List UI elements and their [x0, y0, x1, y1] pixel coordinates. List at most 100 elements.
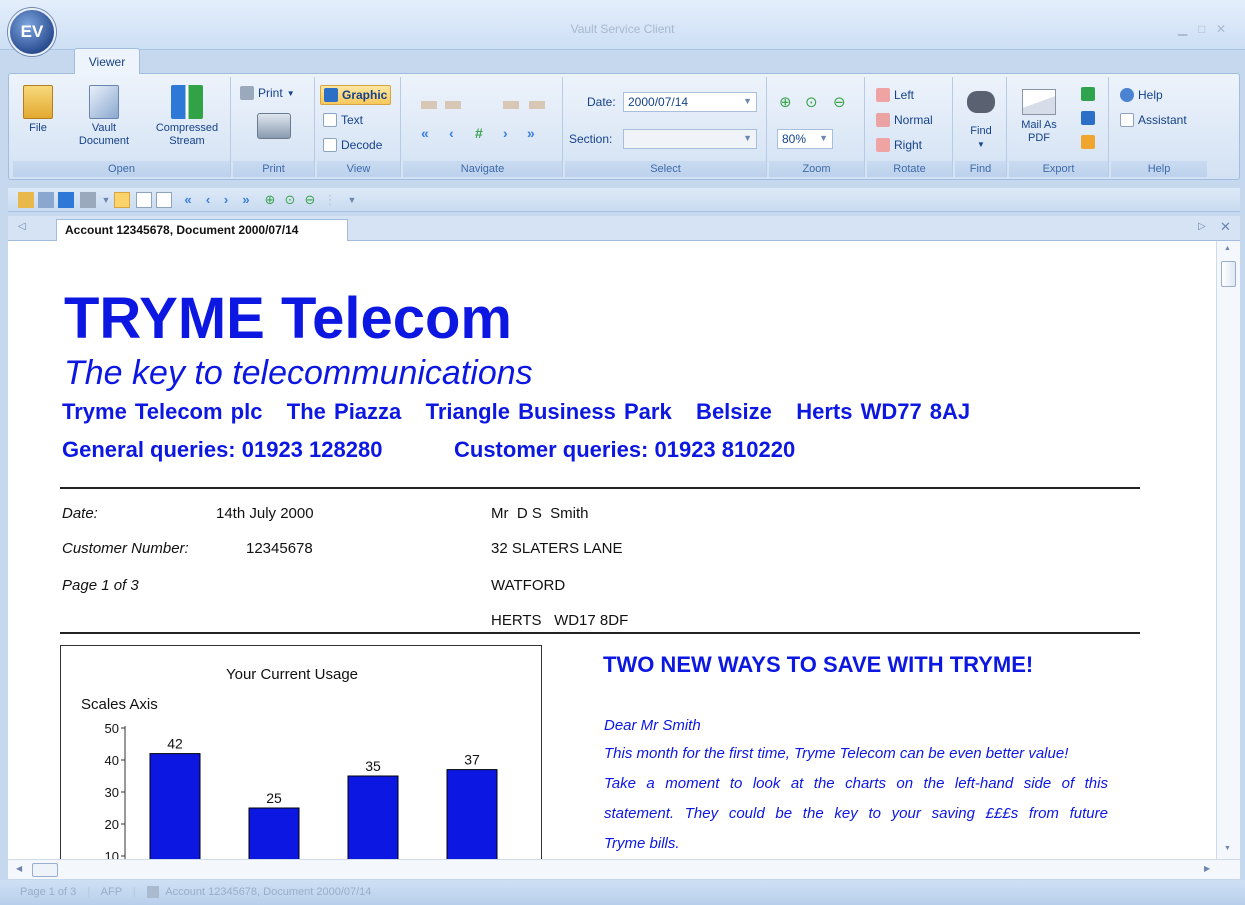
section-select[interactable]: ▼: [623, 129, 757, 149]
rotate-left-button[interactable]: Left: [873, 85, 917, 105]
first-page-icon[interactable]: «: [180, 192, 196, 208]
close-window-icon[interactable]: ✕: [1216, 22, 1226, 36]
group-help-label: Help: [1111, 161, 1207, 177]
orb-label: EV: [20, 22, 44, 41]
nav-page-button-2: [445, 101, 461, 109]
zoom-out-icon[interactable]: ⊖: [302, 192, 318, 208]
save-orange-icon[interactable]: [1081, 135, 1095, 149]
zoom-in-icon[interactable]: ⊕: [779, 93, 792, 111]
chart-y-tick-label: 20: [105, 817, 119, 832]
group-print-label: Print: [233, 161, 314, 177]
promo-title: TWO NEW WAYS TO SAVE WITH TRYME!: [603, 652, 1034, 677]
printer-icon[interactable]: [257, 113, 291, 139]
help-button[interactable]: Help: [1117, 85, 1166, 105]
promo-line: Tryme bills.: [604, 835, 680, 852]
tab-document[interactable]: Account 12345678, Document 2000/07/14: [56, 219, 348, 241]
minimize-icon[interactable]: ▁: [1178, 22, 1187, 36]
find-button[interactable]: Find ▼: [961, 81, 1001, 151]
printer-small-icon: [240, 86, 254, 100]
tab-scroll-right-icon[interactable]: ▷: [1198, 221, 1206, 232]
nav-page-button-1: [421, 101, 437, 109]
last-page-icon[interactable]: »: [238, 192, 254, 208]
zoom-value: 80%: [782, 132, 807, 146]
vertical-scrollbar[interactable]: ▲ ▼: [1216, 241, 1240, 859]
goto-page-icon[interactable]: #: [475, 125, 483, 141]
customize-toolbar-icon[interactable]: ▼: [344, 192, 360, 208]
status-separator: |: [132, 886, 136, 898]
promo-greeting: Dear Mr Smith: [604, 717, 701, 734]
customer-queries: Customer queries: 01923 810220: [454, 437, 796, 462]
maximize-icon[interactable]: □: [1198, 22, 1205, 36]
application-orb-button[interactable]: EV: [8, 8, 56, 56]
next-page-icon[interactable]: ›: [503, 125, 508, 141]
text-icon[interactable]: [136, 192, 152, 208]
view-graphic-button[interactable]: Graphic: [320, 85, 392, 105]
mail-as-pdf-button[interactable]: Mail As PDF: [1013, 81, 1065, 145]
group-zoom: ⊕ ⊙ ⊖ 80% ▼ Zoom: [769, 77, 865, 177]
rotate-right-icon: [876, 138, 890, 152]
date-select[interactable]: 2000/07/14 ▼: [623, 92, 757, 112]
chevron-down-icon: ▼: [743, 96, 752, 106]
print-icon[interactable]: [80, 192, 96, 208]
graphic-icon[interactable]: [114, 192, 130, 208]
chevron-down-icon[interactable]: ▼: [98, 192, 114, 208]
section-label: Section:: [569, 132, 613, 146]
document-viewport: TRYME Telecom The key to telecommunicati…: [8, 241, 1216, 859]
customer-number-label: Customer Number:: [62, 540, 189, 557]
first-page-icon[interactable]: «: [421, 125, 429, 141]
chart-y-tick-label: 50: [105, 721, 119, 736]
decode-icon[interactable]: [156, 192, 172, 208]
help-label: Help: [1138, 88, 1163, 102]
rotate-right-label: Right: [894, 138, 923, 152]
vault-document-button[interactable]: Vault Document: [73, 81, 135, 148]
save-blue-icon[interactable]: [1081, 111, 1095, 125]
scroll-up-icon[interactable]: ▲: [1224, 245, 1231, 252]
date-value: 2000/07/14: [628, 95, 689, 109]
last-page-icon[interactable]: »: [527, 125, 535, 141]
file-icon[interactable]: [18, 192, 34, 208]
vault-document-icon[interactable]: [38, 192, 54, 208]
close-tab-icon[interactable]: ✕: [1220, 219, 1231, 235]
scroll-left-icon[interactable]: ◀: [16, 864, 22, 873]
view-decode-button[interactable]: Decode: [320, 135, 385, 155]
tab-scroll-left-icon[interactable]: ◁: [18, 221, 26, 232]
company-brand: TRYME Telecom: [64, 286, 512, 351]
zoom-select[interactable]: 80% ▼: [777, 129, 833, 149]
chart-bar: [446, 769, 498, 859]
title-bar: EV Vault Service Client ▁ □ ✕: [0, 0, 1245, 56]
group-find: Find ▼ Find: [955, 77, 1007, 177]
rotate-right-button[interactable]: Right: [873, 135, 925, 155]
status-mode: AFP: [100, 886, 122, 898]
graphic-label: Graphic: [342, 88, 388, 102]
compressed-stream-icon[interactable]: [58, 192, 74, 208]
zoom-out-icon[interactable]: ⊖: [833, 93, 846, 111]
next-page-icon[interactable]: ›: [218, 192, 234, 208]
view-text-button[interactable]: Text: [320, 110, 366, 130]
rotate-left-icon: [876, 88, 890, 102]
scroll-down-icon[interactable]: ▼: [1224, 845, 1231, 852]
rotate-normal-label: Normal: [894, 113, 933, 127]
save-green-icon[interactable]: [1081, 87, 1095, 101]
previous-page-icon[interactable]: ‹: [449, 125, 454, 141]
rotate-normal-button[interactable]: Normal: [873, 110, 936, 130]
assistant-checkbox[interactable]: Assistant: [1117, 110, 1190, 130]
compressed-stream-button[interactable]: Compressed Stream: [147, 81, 227, 148]
zoom-in-icon[interactable]: ⊕: [262, 192, 278, 208]
tab-viewer[interactable]: Viewer: [74, 48, 140, 74]
recipient-street: 32 SLATERS LANE: [491, 540, 623, 557]
zoom-fit-icon[interactable]: ⊙: [805, 93, 818, 111]
scroll-right-icon[interactable]: ▶: [1204, 864, 1210, 873]
file-button[interactable]: File: [17, 81, 59, 135]
graphic-icon: [324, 88, 338, 102]
horizontal-scrollbar[interactable]: ◀ ▶: [8, 859, 1240, 879]
print-label: Print: [258, 86, 283, 100]
chart-y-tick-label: 40: [105, 753, 119, 768]
zoom-fit-icon[interactable]: ⊙: [282, 192, 298, 208]
group-export-label: Export: [1009, 161, 1108, 177]
previous-page-icon[interactable]: ‹: [200, 192, 216, 208]
page-indicator: Page 1 of 3: [62, 577, 139, 594]
horizontal-scroll-thumb[interactable]: [32, 863, 58, 877]
print-dropdown-button[interactable]: Print ▼: [237, 83, 298, 103]
vertical-scroll-thumb[interactable]: [1221, 261, 1236, 287]
rotate-left-label: Left: [894, 88, 915, 102]
